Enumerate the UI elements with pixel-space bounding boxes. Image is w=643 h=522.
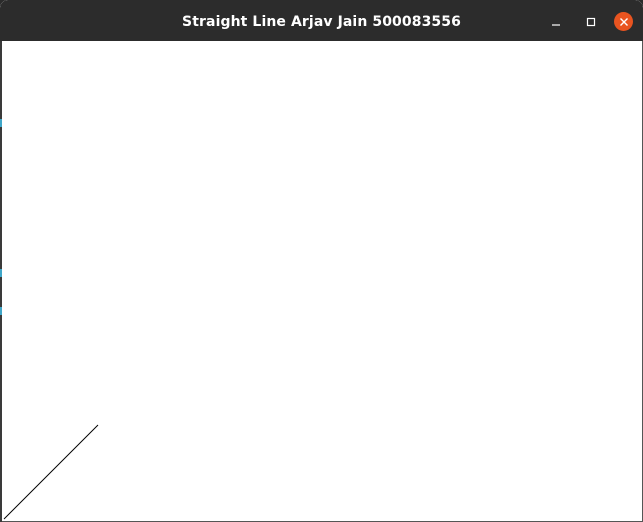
drawing-canvas[interactable] bbox=[0, 41, 643, 522]
maximize-icon bbox=[586, 17, 595, 26]
close-button[interactable] bbox=[614, 12, 633, 31]
close-icon bbox=[619, 17, 628, 26]
straight-line bbox=[3, 424, 99, 520]
window-left-edge bbox=[0, 41, 2, 522]
edge-highlight bbox=[0, 269, 2, 277]
minimize-button[interactable] bbox=[546, 12, 565, 31]
drawing-surface bbox=[3, 424, 99, 520]
maximize-button[interactable] bbox=[581, 12, 600, 31]
edge-highlight bbox=[0, 307, 2, 315]
edge-highlight bbox=[0, 119, 2, 127]
minimize-icon bbox=[551, 23, 560, 26]
title-bar[interactable]: Straight Line Arjav Jain 500083556 bbox=[0, 0, 643, 41]
application-window: Straight Line Arjav Jain 500083556 bbox=[0, 0, 643, 522]
